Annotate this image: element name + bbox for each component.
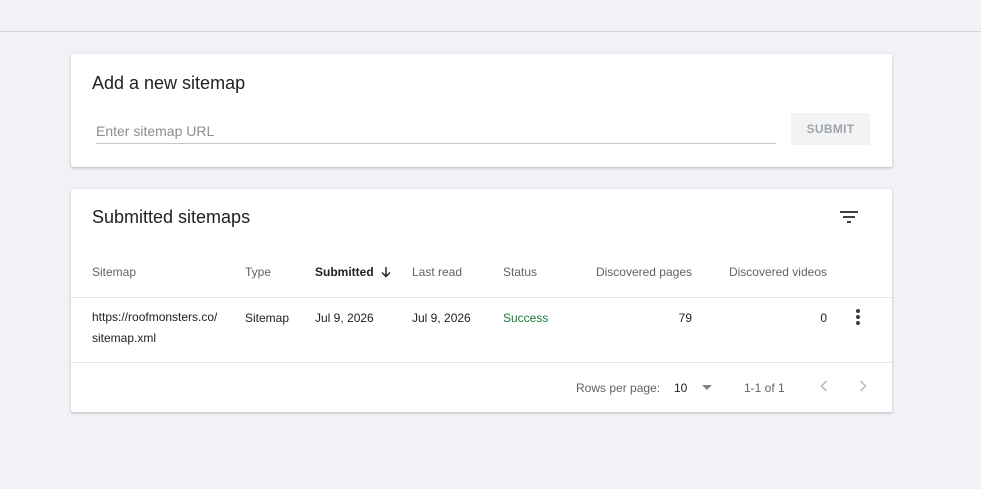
cell-status: Success: [503, 311, 549, 325]
dropdown-arrow-icon: [702, 385, 712, 390]
chevron-right-icon[interactable]: [853, 376, 873, 396]
submit-button[interactable]: SUBMIT: [791, 113, 870, 145]
more-vert-icon[interactable]: [848, 307, 868, 327]
column-header-discovered-pages[interactable]: Discovered pages: [592, 265, 692, 279]
submitted-sitemaps-title: Submitted sitemaps: [92, 207, 251, 227]
row-divider: [71, 362, 892, 363]
cell-discovered-pages: 79: [678, 311, 692, 325]
filter-list-icon[interactable]: [837, 205, 861, 229]
header-divider: [0, 31, 981, 32]
column-header-submitted[interactable]: Submitted: [315, 265, 392, 279]
cell-discovered-videos: 0: [820, 311, 827, 325]
rows-per-page-select[interactable]: 10: [674, 377, 714, 397]
column-header-discovered-videos[interactable]: Discovered videos: [717, 265, 827, 279]
rows-per-page-value: 10: [674, 381, 688, 395]
add-sitemap-card: Add a new sitemap SUBMIT: [71, 54, 892, 167]
cell-submitted: Jul 9, 2026: [315, 311, 374, 325]
cell-type: Sitemap: [245, 311, 290, 325]
column-header-type[interactable]: Type: [245, 265, 271, 279]
cell-sitemap-url[interactable]: https://roofmonsters.co/ sitemap.xml: [92, 307, 232, 349]
sitemap-url-input[interactable]: [96, 118, 776, 144]
add-sitemap-title: Add a new sitemap: [92, 73, 246, 93]
column-header-submitted-label: Submitted: [315, 265, 374, 279]
header-divider: [71, 297, 892, 298]
column-header-status[interactable]: Status: [503, 265, 537, 279]
pagination-range: 1-1 of 1: [744, 381, 785, 395]
rows-per-page-label: Rows per page:: [576, 381, 661, 395]
arrow-down-icon: [381, 267, 391, 278]
column-header-sitemap[interactable]: Sitemap: [92, 265, 136, 279]
cell-last-read: Jul 9, 2026: [412, 311, 471, 325]
chevron-left-icon[interactable]: [814, 376, 834, 396]
column-header-last-read[interactable]: Last read: [412, 265, 462, 279]
submitted-sitemaps-card: Submitted sitemaps Sitemap Type Submitte…: [71, 189, 892, 412]
